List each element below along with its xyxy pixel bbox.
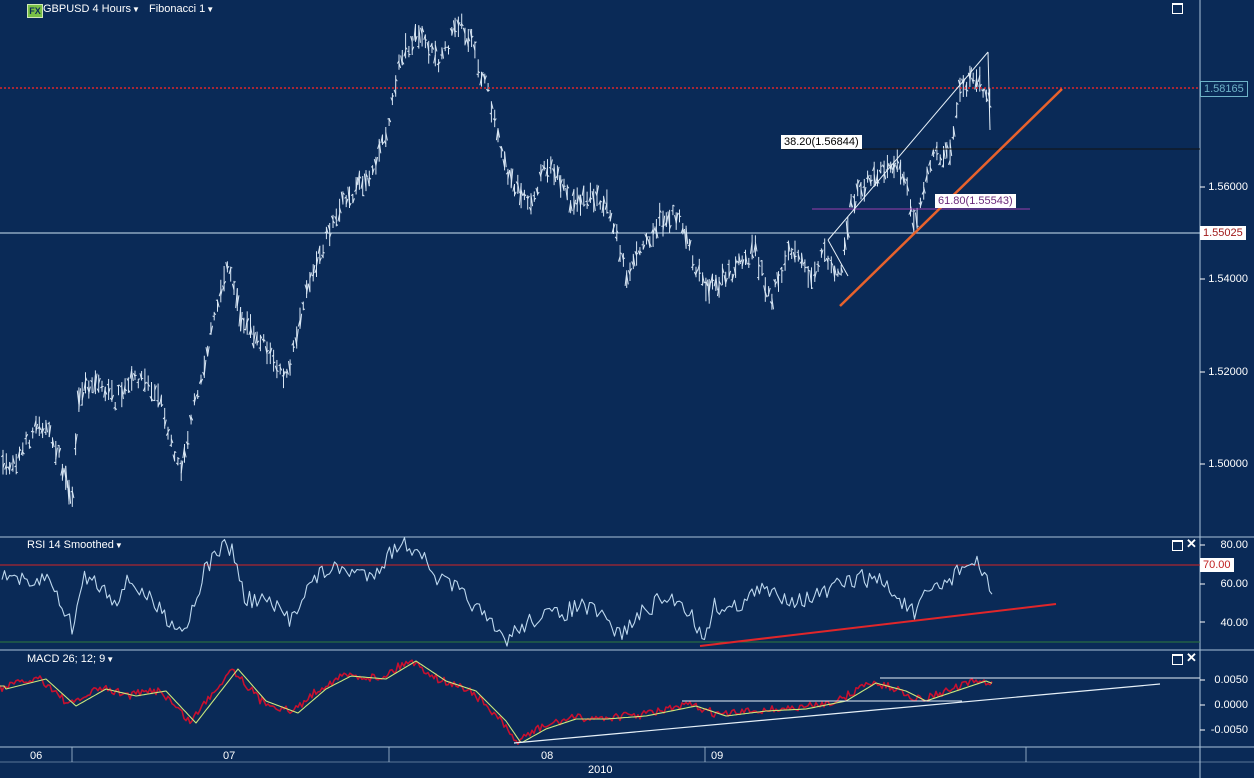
last-price-tag: 1.58165 [1200, 81, 1248, 97]
dropdown-caret-icon: ▼ [114, 541, 123, 550]
price-bar-open [446, 46, 449, 49]
price-bar-open [24, 437, 27, 440]
price-bar-close [118, 384, 121, 387]
price-bar-close [322, 251, 325, 254]
month-label: 07 [223, 750, 236, 762]
y-tick: 1.52000 [1208, 366, 1248, 378]
study-label: Fibonacci 1 [149, 3, 206, 15]
fib-38-label: 38.20(1.56844) [781, 135, 862, 149]
fib-61-label: 61.80(1.55543) [935, 194, 1016, 208]
macd-line [0, 659, 993, 746]
macd-y-tick: 0.0050 [1214, 674, 1248, 686]
rsi-y-tick: 80.00 [1220, 539, 1248, 551]
rsi-trend-line [699, 603, 1057, 647]
price-bar-close [134, 374, 137, 377]
price-bar-close [619, 252, 622, 254]
macd-label: MACD 26; 12; 9 [27, 653, 106, 665]
fx-badge: FX [27, 4, 43, 18]
rsi-y-tick: 40.00 [1220, 617, 1248, 629]
dropdown-caret-icon: ▼ [132, 5, 140, 14]
price-bar-open [212, 315, 215, 318]
rsi-label: RSI 14 Smoothed [27, 539, 114, 551]
macd-signal-line [0, 660, 993, 743]
dropdown-caret-icon: ▼ [206, 5, 215, 14]
price-bar-close [487, 89, 490, 92]
price-bar-close [187, 443, 190, 445]
close-icon[interactable]: ✕ [1186, 651, 1197, 664]
close-icon[interactable]: ✕ [1186, 537, 1197, 550]
chart-canvas[interactable] [0, 0, 1254, 778]
price-bar-open [258, 347, 261, 349]
y-tick: 1.56000 [1208, 181, 1248, 193]
rsi-selector[interactable]: RSI 14 Smoothed▼ [27, 539, 123, 551]
price-bar-open [747, 263, 749, 265]
price-bar-open [677, 213, 680, 215]
chart-window: FX GBPUSD 4 Hours▼ Fibonacci 1▼ 1.56000 … [0, 0, 1254, 778]
price-bar-open [156, 399, 159, 402]
macd-y-tick: -0.0050 [1210, 724, 1248, 736]
symbol-label: GBPUSD 4 Hours [43, 3, 132, 15]
price-bar-open [700, 283, 703, 286]
month-label: 08 [541, 750, 554, 762]
rsi-y-tick: 60.00 [1220, 578, 1248, 590]
y-tick: 1.50000 [1208, 458, 1248, 470]
study-selector[interactable]: Fibonacci 1▼ [149, 3, 214, 15]
price-bar-close [794, 255, 797, 258]
price-bar-open [54, 461, 56, 464]
rsi-level-tag: 70.00 [1200, 558, 1234, 572]
symbol-selector[interactable]: GBPUSD 4 Hours▼ [43, 3, 140, 15]
month-label: 09 [711, 750, 724, 762]
maximize-icon[interactable] [1172, 654, 1183, 668]
price-bar-close [32, 431, 35, 433]
price-bar-close [606, 211, 609, 214]
dropdown-caret-icon: ▼ [106, 655, 115, 664]
year-label: 2010 [588, 764, 613, 776]
macd-y-tick: 0.0000 [1214, 699, 1248, 711]
price-bar-close [699, 272, 702, 274]
price-bar-open [812, 274, 816, 276]
macd-selector[interactable]: MACD 26; 12; 9▼ [27, 653, 114, 665]
maximize-icon[interactable] [1172, 540, 1183, 554]
maximize-icon[interactable] [1172, 3, 1183, 17]
macd-trend-line [513, 683, 1161, 744]
price-bar-close [101, 385, 104, 388]
y-tick: 1.54000 [1208, 273, 1248, 285]
month-label: 06 [30, 750, 43, 762]
horizontal-line-price-tag: 1.55025 [1200, 226, 1246, 240]
